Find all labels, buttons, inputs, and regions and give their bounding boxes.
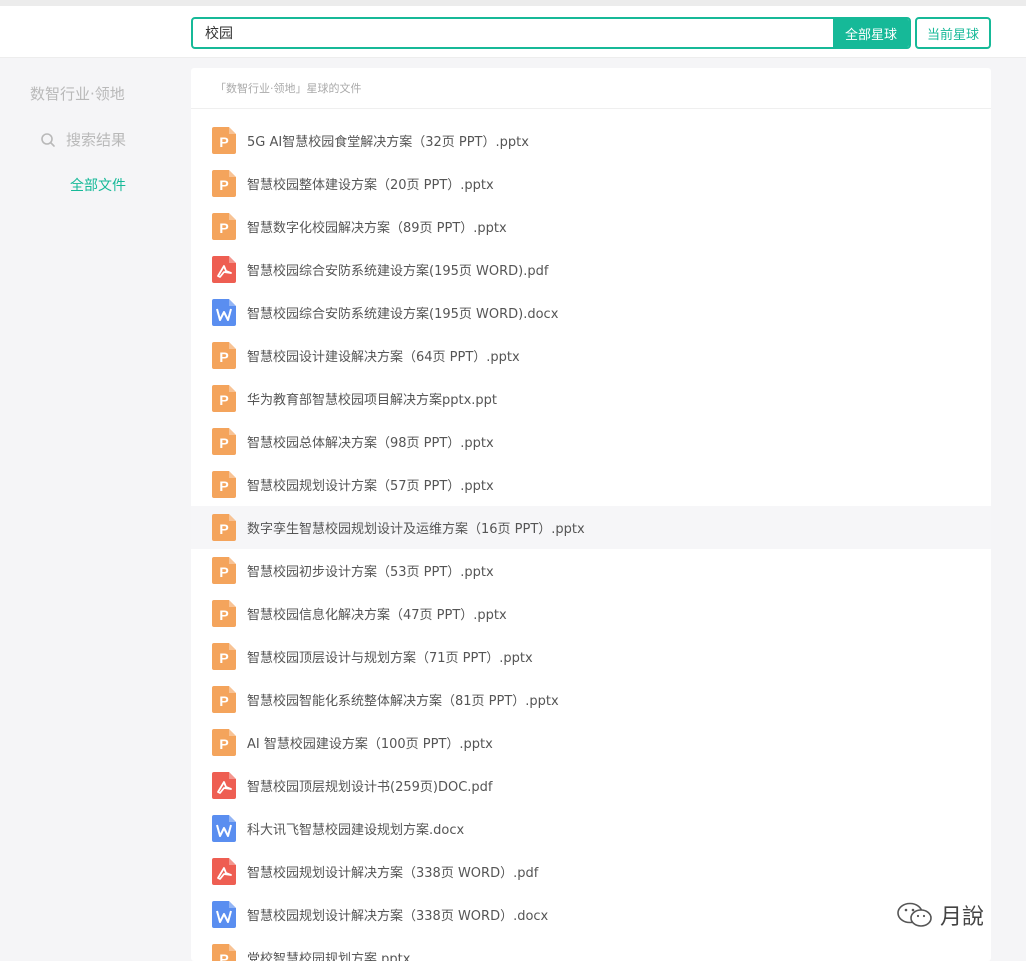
word-file-icon [212,815,236,842]
svg-text:P: P [219,435,228,451]
ppt-file-icon: P [212,170,236,197]
file-row[interactable]: P 智慧校园信息化解决方案（47页 PPT）.pptx [191,592,991,635]
wechat-icon [897,902,932,927]
search-icon [41,132,55,147]
file-name[interactable]: 智慧校园规划设计解决方案（338页 WORD）.docx [247,905,548,924]
svg-text:P: P [219,177,228,193]
pdf-file-icon [212,858,236,885]
svg-text:P: P [219,349,228,365]
panel-header: 「数智行业·领地」星球的文件 [191,68,991,109]
svg-text:P: P [219,951,228,961]
watermark: 月說 [896,899,984,931]
ppt-file-icon: P [212,600,236,627]
watermark-text: 月說 [940,905,985,930]
file-row[interactable]: P 智慧校园顶层设计与规划方案（71页 PPT）.pptx [191,635,991,678]
ppt-file-icon: P [212,471,236,498]
file-name[interactable]: 数字孪生智慧校园规划设计及运维方案（16页 PPT）.pptx [247,518,585,537]
file-row[interactable]: P 党校智慧校园规划方案.pptx [191,936,991,961]
ppt-file-icon: P [212,729,236,756]
file-row[interactable]: 智慧校园规划设计解决方案（338页 WORD）.docx [191,893,991,936]
ppt-file-icon: P [212,127,236,154]
file-row[interactable]: 智慧校园综合安防系统建设方案(195页 WORD).docx [191,291,991,334]
sidebar-item-search-results[interactable]: 搜索结果 [40,129,126,150]
svg-text:P: P [219,392,228,408]
sidebar: 数智行业·领地 搜索结果 全部文件 [0,59,191,961]
file-name[interactable]: 智慧校园总体解决方案（98页 PPT）.pptx [247,432,494,451]
file-name[interactable]: 智慧校园综合安防系统建设方案(195页 WORD).pdf [247,260,548,279]
file-row[interactable]: P 智慧校园规划设计方案（57页 PPT）.pptx [191,463,991,506]
file-row[interactable]: 智慧校园规划设计解决方案（338页 WORD）.pdf [191,850,991,893]
file-row[interactable]: 智慧校园顶层规划设计书(259页)DOC.pdf [191,764,991,807]
file-row[interactable]: P AI 智慧校园建设方案（100页 PPT）.pptx [191,721,991,764]
file-name[interactable]: 智慧校园智能化系统整体解决方案（81页 PPT）.pptx [247,690,559,709]
file-name[interactable]: 智慧数字化校园解决方案（89页 PPT）.pptx [247,217,507,236]
file-row[interactable]: P 数字孪生智慧校园规划设计及运维方案（16页 PPT）.pptx [191,506,991,549]
word-file-icon [212,299,236,326]
ppt-file-icon: P [212,428,236,455]
svg-text:P: P [219,564,228,580]
file-row[interactable]: P 华为教育部智慧校园项目解决方案pptx.ppt [191,377,991,420]
file-row[interactable]: P 5G AI智慧校园食堂解决方案（32页 PPT）.pptx [191,119,991,162]
ppt-file-icon: P [212,514,236,541]
file-row[interactable]: 智慧校园综合安防系统建设方案(195页 WORD).pdf [191,248,991,291]
file-name[interactable]: 智慧校园设计建设解决方案（64页 PPT）.pptx [247,346,520,365]
top-bar: 全部星球 当前星球 [0,6,1026,58]
svg-text:P: P [219,134,228,150]
sidebar-planet-title[interactable]: 数智行业·领地 [30,83,125,104]
ppt-file-icon: P [212,385,236,412]
ppt-file-icon: P [212,686,236,713]
file-row[interactable]: P 智慧数字化校园解决方案（89页 PPT）.pptx [191,205,991,248]
file-name[interactable]: 智慧校园综合安防系统建设方案(195页 WORD).docx [247,303,558,322]
search-input[interactable] [193,19,833,47]
svg-text:P: P [219,736,228,752]
file-name[interactable]: AI 智慧校园建设方案（100页 PPT）.pptx [247,733,493,752]
ppt-file-icon: P [212,643,236,670]
file-name[interactable]: 智慧校园规划设计方案（57页 PPT）.pptx [247,475,494,494]
sidebar-item-all-files[interactable]: 全部文件 [70,175,126,195]
pdf-file-icon [212,772,236,799]
pdf-file-icon [212,256,236,283]
file-row[interactable]: P 智慧校园整体建设方案（20页 PPT）.pptx [191,162,991,205]
file-name[interactable]: 智慧校园规划设计解决方案（338页 WORD）.pdf [247,862,538,881]
file-name[interactable]: 智慧校园初步设计方案（53页 PPT）.pptx [247,561,494,580]
sidebar-item-label: 搜索结果 [66,131,127,149]
svg-text:P: P [219,650,228,666]
file-list: P 5G AI智慧校园食堂解决方案（32页 PPT）.pptx P 智慧校园整体建设方… [191,109,991,961]
search-current-planet-button[interactable]: 当前星球 [915,17,991,49]
ppt-file-icon: P [212,342,236,369]
file-results-panel: 「数智行业·领地」星球的文件 P 5G AI智慧校园食堂解决方案（32页 PPT）… [191,68,991,961]
file-name[interactable]: 智慧校园整体建设方案（20页 PPT）.pptx [247,174,494,193]
file-name[interactable]: 科大讯飞智慧校园建设规划方案.docx [247,819,464,838]
svg-text:P: P [219,478,228,494]
svg-text:P: P [219,220,228,236]
svg-text:P: P [219,607,228,623]
ppt-file-icon: P [212,557,236,584]
file-name[interactable]: 智慧校园顶层规划设计书(259页)DOC.pdf [247,776,493,795]
file-name[interactable]: 智慧校园顶层设计与规划方案（71页 PPT）.pptx [247,647,533,666]
svg-text:P: P [219,521,228,537]
file-row[interactable]: 科大讯飞智慧校园建设规划方案.docx [191,807,991,850]
file-name[interactable]: 党校智慧校园规划方案.pptx [247,948,410,961]
search-box: 全部星球 [191,17,911,49]
ppt-file-icon: P [212,213,236,240]
file-name[interactable]: 华为教育部智慧校园项目解决方案pptx.ppt [247,389,497,408]
file-name[interactable]: 5G AI智慧校园食堂解决方案（32页 PPT）.pptx [247,131,529,150]
svg-text:P: P [219,693,228,709]
ppt-file-icon: P [212,944,236,961]
file-row[interactable]: P 智慧校园初步设计方案（53页 PPT）.pptx [191,549,991,592]
file-row[interactable]: P 智慧校园总体解决方案（98页 PPT）.pptx [191,420,991,463]
file-row[interactable]: P 智慧校园设计建设解决方案（64页 PPT）.pptx [191,334,991,377]
file-row[interactable]: P 智慧校园智能化系统整体解决方案（81页 PPT）.pptx [191,678,991,721]
search-all-planets-button[interactable]: 全部星球 [833,19,909,47]
word-file-icon [212,901,236,928]
file-name[interactable]: 智慧校园信息化解决方案（47页 PPT）.pptx [247,604,507,623]
